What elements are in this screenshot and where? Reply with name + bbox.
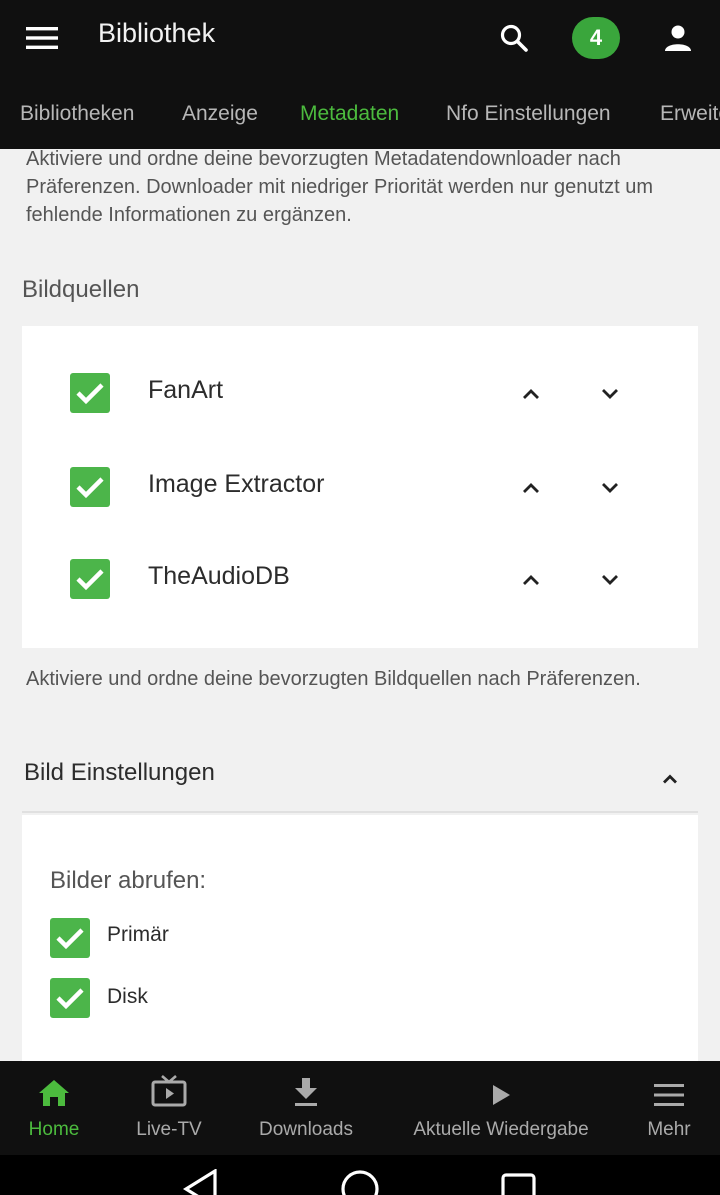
user-icon[interactable]	[658, 18, 698, 58]
tab-erweitert[interactable]: Erweitert	[660, 102, 720, 126]
back-icon[interactable]	[182, 1168, 220, 1195]
system-navigation-bar	[0, 1155, 720, 1195]
list-item: Image Extractor	[22, 458, 698, 518]
settings-tabs: Bibliotheken Anzeige Metadaten Nfo Einst…	[0, 76, 720, 149]
hamburger-menu-icon[interactable]	[22, 20, 62, 56]
move-down-icon[interactable]	[590, 468, 630, 508]
source-label-fanart: FanArt	[148, 376, 224, 404]
nav-label-more: Mehr	[647, 1119, 691, 1140]
page-title: Bibliothek	[98, 18, 216, 48]
fanart-checkbox[interactable]	[70, 373, 110, 413]
nav-more[interactable]: Mehr	[634, 1061, 704, 1155]
download-icon	[293, 1061, 319, 1107]
chevron-up-icon[interactable]	[650, 759, 690, 799]
tab-bibliotheken[interactable]: Bibliotheken	[20, 102, 134, 126]
nav-downloads[interactable]: Downloads	[246, 1061, 366, 1155]
option-label-disk: Disk	[107, 985, 148, 1008]
home-icon	[38, 1061, 70, 1107]
notification-badge[interactable]: 4	[572, 17, 620, 59]
nav-home[interactable]: Home	[14, 1061, 94, 1155]
nav-now-playing[interactable]: Aktuelle Wiedergabe	[400, 1061, 602, 1155]
nav-label-downloads: Downloads	[259, 1119, 353, 1140]
nav-live-tv[interactable]: Live-TV	[124, 1061, 214, 1155]
move-down-icon[interactable]	[590, 374, 630, 414]
recent-apps-icon[interactable]	[501, 1173, 537, 1195]
image-sources-title: Bildquellen	[22, 276, 140, 303]
list-item: FanArt	[22, 364, 698, 424]
move-up-icon[interactable]	[511, 374, 551, 414]
tab-nfo-einstellungen[interactable]: Nfo Einstellungen	[446, 102, 611, 126]
play-icon	[490, 1061, 512, 1107]
image-sources-description: Aktiviere und ordne deine bevorzugten Bi…	[26, 668, 641, 690]
image-extractor-checkbox[interactable]	[70, 467, 110, 507]
bottom-navigation: Home Live-TV Downloads Aktuelle Wiederga…	[0, 1061, 720, 1155]
home-button-icon[interactable]	[340, 1169, 380, 1195]
source-label-image-extractor: Image Extractor	[148, 470, 325, 498]
disk-checkbox[interactable]	[50, 978, 90, 1018]
move-up-icon[interactable]	[511, 560, 551, 600]
search-icon[interactable]	[494, 18, 534, 58]
move-down-icon[interactable]	[590, 560, 630, 600]
nav-label-live-tv: Live-TV	[136, 1119, 202, 1140]
list-item: TheAudioDB	[22, 550, 698, 610]
settings-content[interactable]: Aktiviere und ordne deine bevorzugten Me…	[0, 149, 720, 1061]
option-label-primary: Primär	[107, 923, 169, 946]
move-up-icon[interactable]	[511, 468, 551, 508]
source-label-theaudiodb: TheAudioDB	[148, 562, 290, 590]
metadata-description: Aktiviere und ordne deine bevorzugten Me…	[26, 149, 653, 226]
fetch-images-label: Bilder abrufen:	[50, 867, 207, 894]
nav-label-home: Home	[28, 1119, 80, 1140]
image-settings-expander[interactable]: Bild Einstellungen	[22, 743, 698, 813]
primary-checkbox[interactable]	[50, 918, 90, 958]
tab-anzeige[interactable]: Anzeige	[182, 102, 258, 126]
tab-metadaten[interactable]: Metadaten	[300, 102, 399, 126]
image-settings-title: Bild Einstellungen	[24, 759, 215, 786]
nav-label-now-playing: Aktuelle Wiedergabe	[413, 1119, 589, 1140]
theaudiodb-checkbox[interactable]	[70, 559, 110, 599]
image-sources-card: FanArt Image Extractor TheAudioDB	[22, 326, 698, 648]
tv-icon	[151, 1061, 187, 1107]
menu-icon	[653, 1061, 685, 1107]
image-settings-card: Bilder abrufen: Primär Disk	[22, 815, 698, 1061]
app-bar: Bibliothek 4	[0, 0, 720, 76]
